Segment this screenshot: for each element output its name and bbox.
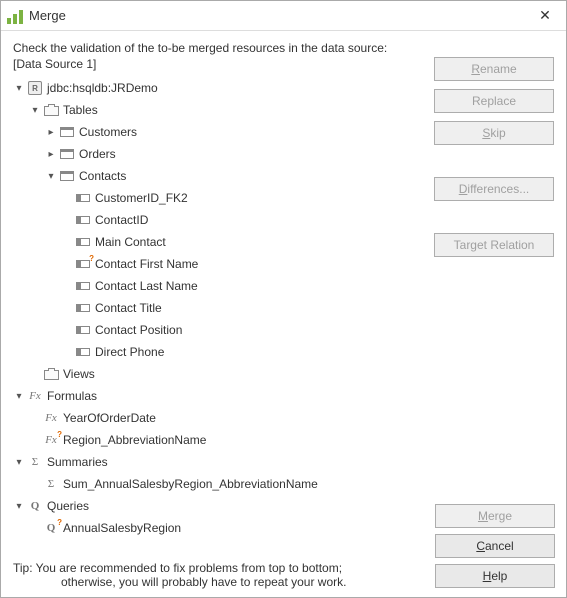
tree-node[interactable]: ▾Σ Summaries (13, 451, 426, 473)
tree-node[interactable]: Contact First Name (13, 253, 426, 275)
tree-node-label: Main Contact (95, 235, 166, 249)
tree-node[interactable]: Contact Position (13, 319, 426, 341)
tree-node[interactable]: ▾Rjdbc:hsqldb:JRDemo (13, 77, 426, 99)
query-icon: Q (43, 521, 59, 535)
tree-node-label: Queries (47, 499, 89, 513)
tree-node-label: Orders (79, 147, 116, 161)
tree-node-label: Sum_AnnualSalesbyRegion_AbbreviationName (63, 477, 318, 491)
table-icon (59, 169, 75, 183)
formula-icon: Fx (43, 433, 59, 447)
expander-icon[interactable]: ▾ (45, 170, 57, 182)
help-button[interactable]: Help (435, 564, 555, 588)
tree-node[interactable]: Contact Title (13, 297, 426, 319)
expander-icon[interactable]: ▾ (13, 500, 25, 512)
tree-node-label: Contacts (79, 169, 126, 183)
skip-button[interactable]: Skip (434, 121, 554, 145)
window-title: Merge (29, 8, 530, 23)
column-icon (75, 323, 91, 337)
expander-icon[interactable]: ▸ (45, 126, 57, 138)
tree-node-label: Summaries (47, 455, 108, 469)
expander-icon[interactable]: ▾ (13, 390, 25, 402)
expander-icon[interactable]: ▾ (13, 456, 25, 468)
tree-node-label: Tables (63, 103, 98, 117)
tree-node-label: YearOfOrderDate (63, 411, 156, 425)
column-icon (75, 279, 91, 293)
merge-button[interactable]: Merge (435, 504, 555, 528)
column-icon (75, 345, 91, 359)
expander-icon[interactable]: ▸ (45, 148, 57, 160)
tree-node[interactable]: ▸ Orders (13, 143, 426, 165)
replace-button[interactable]: Replace (434, 89, 554, 113)
app-icon (7, 8, 23, 24)
tree-node[interactable]: Q AnnualSalesbyRegion (13, 517, 426, 539)
folder-icon (43, 367, 59, 381)
tree-node[interactable]: Contact Last Name (13, 275, 426, 297)
summary-icon: Σ (43, 477, 59, 491)
folder-icon (43, 103, 59, 117)
instruction-text: Check the validation of the to-be merged… (13, 41, 426, 55)
summary-icon: Σ (27, 455, 43, 469)
tree-node[interactable]: Fx YearOfOrderDate (13, 407, 426, 429)
tree-node[interactable]: ▸ Customers (13, 121, 426, 143)
table-icon (59, 147, 75, 161)
differences-button[interactable]: Differences... (434, 177, 554, 201)
action-sidebar: Rename Replace Skip Differences... Targe… (434, 39, 554, 553)
tree-node-label: AnnualSalesbyRegion (63, 521, 181, 535)
tree-node-label: Contact Title (95, 301, 162, 315)
data-source-label: [Data Source 1] (13, 57, 426, 71)
formula-icon: Fx (27, 389, 43, 403)
tree-node[interactable]: CustomerID_FK2 (13, 187, 426, 209)
expander-icon[interactable]: ▾ (29, 104, 41, 116)
column-icon (75, 301, 91, 315)
column-icon (75, 235, 91, 249)
tree-node[interactable]: ▾ Contacts (13, 165, 426, 187)
tree-node-label: Contact Position (95, 323, 182, 337)
tree-node-label: jdbc:hsqldb:JRDemo (47, 81, 158, 95)
expander-icon[interactable]: ▾ (13, 82, 25, 94)
tree-node-label: ContactID (95, 213, 148, 227)
resource-tree[interactable]: ▾Rjdbc:hsqldb:JRDemo▾Tables▸Customers▸Or… (13, 75, 426, 553)
formula-icon: Fx (43, 411, 59, 425)
tree-node-label: CustomerID_FK2 (95, 191, 188, 205)
tree-node[interactable]: Direct Phone (13, 341, 426, 363)
rename-button[interactable]: Rename (434, 57, 554, 81)
table-icon (59, 125, 75, 139)
footer-buttons: Merge Cancel Help (435, 504, 555, 588)
titlebar: Merge ✕ (1, 1, 566, 31)
tree-node[interactable]: Main Contact (13, 231, 426, 253)
tree-node-label: Region_AbbreviationName (63, 433, 206, 447)
tree-node[interactable]: ▾ Tables (13, 99, 426, 121)
column-icon (75, 191, 91, 205)
tree-node-label: Contact First Name (95, 257, 198, 271)
target-relation-button[interactable]: Target Relation (434, 233, 554, 257)
tree-node-label: Views (63, 367, 95, 381)
tree-node[interactable]: ▾Fx Formulas (13, 385, 426, 407)
tree-node[interactable]: ContactID (13, 209, 426, 231)
tree-node-label: Customers (79, 125, 137, 139)
column-icon (75, 213, 91, 227)
tree-node[interactable]: Σ Sum_AnnualSalesbyRegion_AbbreviationNam… (13, 473, 426, 495)
tree-node[interactable]: Views (13, 363, 426, 385)
tree-node-label: Formulas (47, 389, 97, 403)
database-icon: R (27, 81, 43, 95)
tree-node-label: Contact Last Name (95, 279, 198, 293)
tree-node[interactable]: ▾Q Queries (13, 495, 426, 517)
tree-node[interactable]: Fx Region_AbbreviationName (13, 429, 426, 451)
query-icon: Q (27, 499, 43, 513)
close-icon[interactable]: ✕ (530, 1, 560, 31)
column-icon (75, 257, 91, 271)
tree-node-label: Direct Phone (95, 345, 164, 359)
cancel-button[interactable]: Cancel (435, 534, 555, 558)
